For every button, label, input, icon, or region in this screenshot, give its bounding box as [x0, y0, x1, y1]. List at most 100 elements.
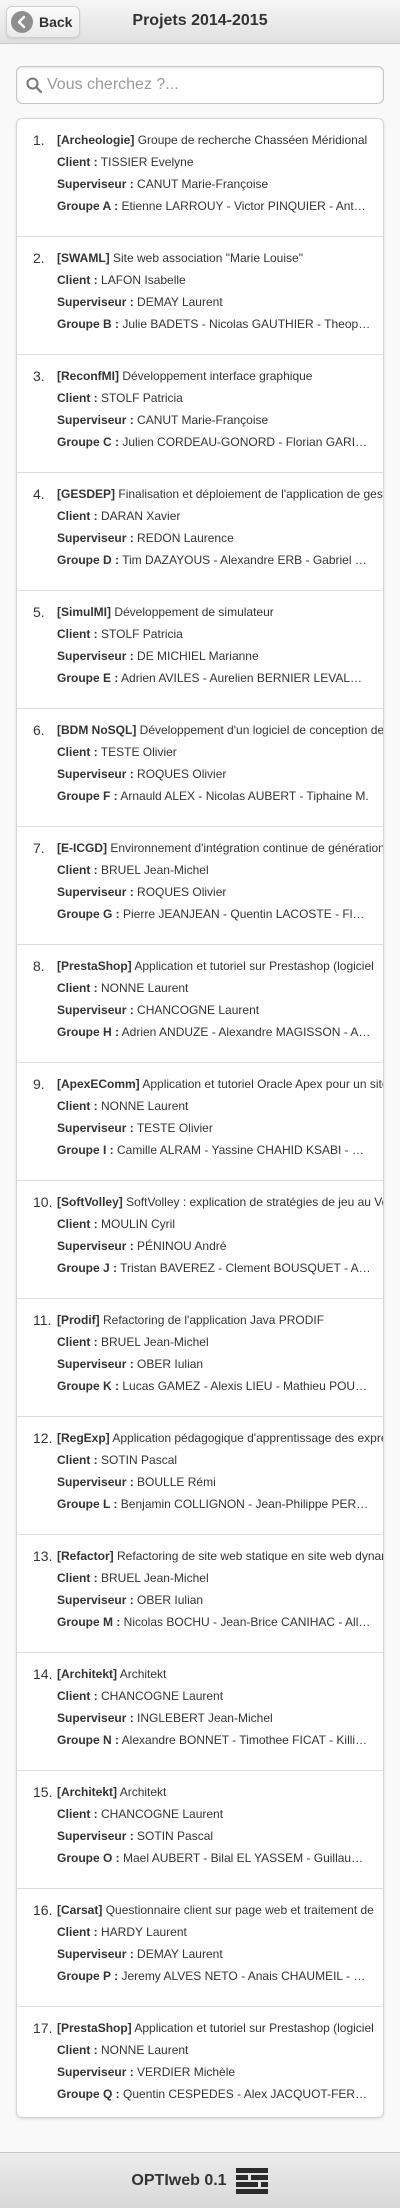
- project-groupe: Groupe E : Adrien AVILES - Aurelien BERN…: [57, 671, 384, 685]
- superviseur-value: VERDIER Michèle: [137, 2065, 236, 2079]
- groupe-label: Groupe B :: [57, 317, 119, 331]
- project-superviseur: Superviseur : CANUT Marie-Françoise: [57, 413, 383, 427]
- project-title: Application pédagogique d'apprentissage …: [112, 1431, 383, 1445]
- client-label: Client :: [57, 1689, 98, 1703]
- search-icon: [25, 76, 43, 94]
- client-value: HARDY Laurent: [101, 1925, 187, 1939]
- project-client: Client : STOLF Patricia: [57, 391, 383, 405]
- groupe-members: Etienne LARROUY - Victor PINQUIER - Anto…: [121, 199, 384, 213]
- project-list-item[interactable]: 5. [SimulMI] Développement de simulateur C…: [17, 591, 383, 709]
- groupe-members: Benjamin COLLIGNON - Jean-Philippe PERNO…: [120, 1497, 384, 1511]
- client-value: BRUEL Jean-Michel: [101, 863, 209, 877]
- project-heading: [Carsat] Questionnaire client sur page w…: [57, 1903, 383, 1917]
- project-tag: [Prodif]: [57, 1313, 100, 1327]
- project-title: Développement interface graphique: [122, 369, 313, 383]
- project-client: Client : DARAN Xavier: [57, 509, 383, 523]
- back-button[interactable]: Back: [6, 6, 80, 38]
- project-groupe: Groupe F : Arnauld ALEX - Nicolas AUBERT…: [57, 789, 383, 803]
- project-superviseur: Superviseur : SOTIN Pascal: [57, 1829, 383, 1843]
- groupe-members: Adrien AVILES - Aurelien BERNIER LEVALOI…: [121, 671, 384, 685]
- client-label: Client :: [57, 391, 98, 405]
- project-list-item[interactable]: 14. [Architekt] Architekt Client : CHANCOG…: [17, 1653, 383, 1771]
- project-client: Client : TESTE Olivier: [57, 745, 383, 759]
- superviseur-value: ROQUES Olivier: [137, 767, 227, 781]
- client-label: Client :: [57, 1807, 98, 1821]
- project-heading: [Archeologie] Groupe de recherche Chassé…: [57, 133, 383, 147]
- project-list-item[interactable]: 4. [GESDEP] Finalisation et déploiement d…: [17, 473, 383, 591]
- project-list-item[interactable]: 3. [ReconfMI] Développement interface gra…: [17, 355, 383, 473]
- project-number: 2.: [33, 250, 45, 266]
- project-heading: [ReconfMI] Développement interface graph…: [57, 369, 383, 383]
- superviseur-label: Superviseur :: [57, 1947, 134, 1961]
- superviseur-label: Superviseur :: [57, 1239, 134, 1253]
- superviseur-label: Superviseur :: [57, 1121, 134, 1135]
- superviseur-value: ROQUES Olivier: [137, 885, 227, 899]
- groupe-members: Pierre JEANJEAN - Quentin LACOSTE - Flor…: [123, 907, 384, 921]
- project-list-item[interactable]: 13. [Refactor] Refactoring de site web st…: [17, 1535, 383, 1653]
- project-number: 15.: [33, 1784, 53, 1800]
- client-label: Client :: [57, 745, 98, 759]
- project-list-item[interactable]: 15. [Architekt] Architekt Client : CHANCOG…: [17, 1771, 383, 1889]
- superviseur-value: REDON Laurence: [137, 531, 234, 545]
- back-button-label: Back: [39, 14, 73, 30]
- project-list-item[interactable]: 6. [BDM NoSQL] Développement d'un logicie…: [17, 709, 383, 827]
- project-tag: [Carsat]: [57, 1903, 103, 1917]
- client-value: TESTE Olivier: [100, 745, 177, 759]
- groupe-members: Tim DAZAYOUS - Alexandre ERB - Gabriel G…: [122, 553, 383, 567]
- project-client: Client : LAFON Isabelle: [57, 273, 383, 287]
- project-tag: [RegExp]: [57, 1431, 110, 1445]
- footer-app-version: OPTIweb 0.1: [131, 2171, 227, 2189]
- project-groupe: Groupe M : Nicolas BOCHU - Jean-Brice CA…: [57, 1615, 383, 1629]
- project-list-item[interactable]: 16. [Carsat] Questionnaire client sur pag…: [17, 1889, 383, 2007]
- project-superviseur: Superviseur : REDON Laurence: [57, 531, 383, 545]
- project-title: Développement d'un logiciel de conceptio…: [139, 723, 384, 737]
- groupe-label: Groupe F :: [57, 789, 118, 803]
- groupe-label: Groupe P :: [57, 1969, 119, 1983]
- project-number: 7.: [33, 840, 45, 856]
- project-groupe: Groupe J : Tristan BAVEREZ - Clement BOU…: [57, 1261, 383, 1275]
- project-list-item[interactable]: 2. [SWAML] Site web association "Marie Lo…: [17, 237, 383, 355]
- project-list-item[interactable]: 17. [PrestaShop] Application et tutoriel …: [17, 2007, 383, 2117]
- project-groupe: Groupe N : Alexandre BONNET - Timothee F…: [57, 1733, 383, 1747]
- project-tag: [SimulMI]: [57, 605, 111, 619]
- project-heading: [E-ICGD] Environnement d'intégration con…: [57, 841, 384, 855]
- project-title: Environnement d'intégration continue de …: [110, 841, 384, 855]
- client-value: LAFON Isabelle: [101, 273, 186, 287]
- client-value: CHANCOGNE Laurent: [101, 1807, 224, 1821]
- client-label: Client :: [57, 981, 98, 995]
- project-list-item[interactable]: 1. [Archeologie] Groupe de recherche Chas…: [17, 119, 383, 237]
- project-list-item[interactable]: 10. [SoftVolley] SoftVolley : explication…: [17, 1181, 383, 1299]
- project-client: Client : MOULIN Cyril: [57, 1217, 383, 1231]
- project-list-item[interactable]: 12. [RegExp] Application pédagogique d'ap…: [17, 1417, 383, 1535]
- project-groupe: Groupe H : Adrien ANDUZE - Alexandre MAG…: [57, 1025, 383, 1039]
- project-client: Client : TISSIER Evelyne: [57, 155, 383, 169]
- project-list-item[interactable]: 9. [ApexEComm] Application et tutoriel Or…: [17, 1063, 383, 1181]
- search-input[interactable]: [47, 69, 377, 101]
- superviseur-value: DEMAY Laurent: [137, 295, 223, 309]
- project-list-item[interactable]: 8. [PrestaShop] Application et tutoriel s…: [17, 945, 383, 1063]
- project-groupe: Groupe L : Benjamin COLLIGNON - Jean-Phi…: [57, 1497, 384, 1511]
- project-tag: [SWAML]: [57, 251, 110, 265]
- project-superviseur: Superviseur : BOULLE Rémi: [57, 1475, 383, 1489]
- project-superviseur: Superviseur : VERDIER Michèle: [57, 2065, 383, 2079]
- client-label: Client :: [57, 2043, 98, 2057]
- client-value: NONNE Laurent: [101, 981, 189, 995]
- groupe-label: Groupe I :: [57, 1143, 114, 1157]
- superviseur-value: CANUT Marie-Françoise: [137, 413, 269, 427]
- project-superviseur: Superviseur : TESTE Olivier: [57, 1121, 383, 1135]
- project-heading: [SimulMI] Développement de simulateur: [57, 605, 383, 619]
- superviseur-label: Superviseur :: [57, 531, 134, 545]
- project-groupe: Groupe B : Julie BADETS - Nicolas GAUTHI…: [57, 317, 383, 331]
- project-number: 10.: [33, 1194, 53, 1210]
- client-value: SOTIN Pascal: [101, 1453, 178, 1467]
- superviseur-label: Superviseur :: [57, 177, 134, 191]
- project-title: Application et tutoriel sur Prestashop (…: [134, 2021, 374, 2035]
- project-title: Application et tutoriel Oracle Apex pour…: [142, 1077, 384, 1091]
- project-number: 8.: [33, 958, 45, 974]
- project-number: 11.: [33, 1312, 52, 1328]
- superviseur-value: DE MICHIEL Marianne: [137, 649, 259, 663]
- project-list-item[interactable]: 7. [E-ICGD] Environnement d'intégration c…: [17, 827, 383, 945]
- project-list-item[interactable]: 11. [Prodif] Refactoring de l'application…: [17, 1299, 383, 1417]
- groupe-members: Camille ALRAM - Yassine CHAHID KSABI - R…: [117, 1143, 384, 1157]
- client-label: Client :: [57, 155, 98, 169]
